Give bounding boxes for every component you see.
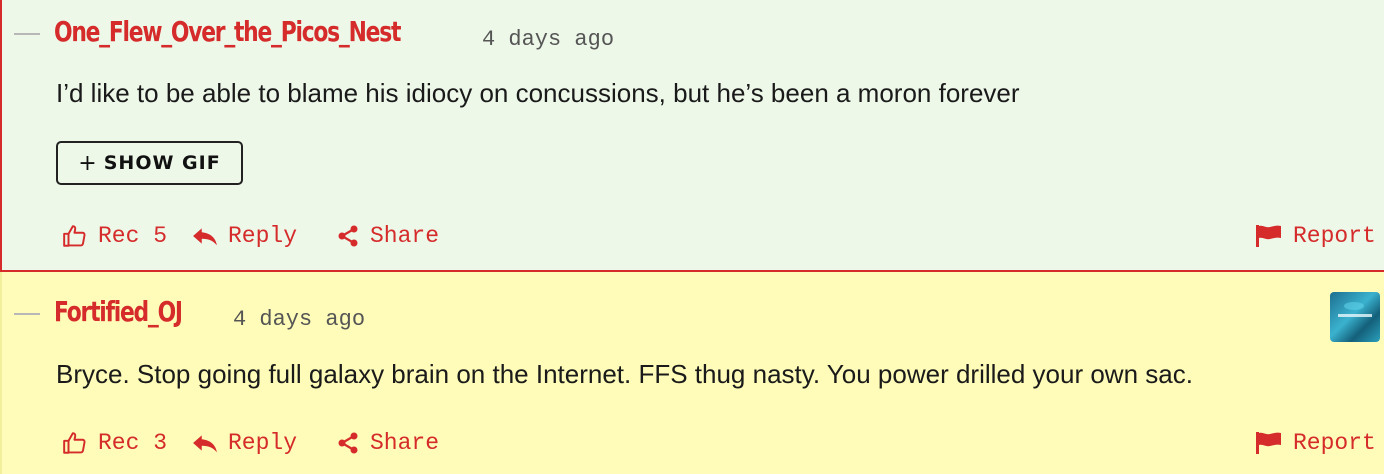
comment-1: One_Flew_Over_the_Picos_Nest 4 days ago … [0, 0, 1384, 272]
comment-body: Bryce. Stop going full galaxy brain on t… [56, 359, 1193, 389]
share-icon [338, 432, 358, 454]
show-gif-label: SHOW GIF [103, 152, 221, 174]
comment-actions: Rec 3 Reply Share Report [62, 430, 1384, 460]
flag-icon [1256, 225, 1281, 247]
rec-label: Rec 5 [98, 223, 168, 249]
share-button[interactable]: Share [336, 430, 439, 456]
reply-arrow-icon [193, 228, 217, 246]
flag-icon [1256, 432, 1281, 454]
user-avatar-image[interactable] [1330, 292, 1380, 342]
comment-timestamp[interactable]: 4 days ago [233, 307, 365, 332]
thumbs-up-icon [63, 225, 86, 247]
report-button[interactable]: Report [1255, 430, 1376, 456]
comment-author[interactable]: Fortified_OJ [54, 295, 183, 328]
show-gif-button[interactable]: + SHOW GIF [56, 141, 243, 185]
reply-button[interactable]: Reply [192, 430, 297, 456]
reply-label: Reply [228, 223, 298, 249]
rec-button[interactable]: Rec 5 [62, 223, 167, 249]
report-label: Report [1293, 223, 1376, 249]
reply-button[interactable]: Reply [192, 223, 297, 249]
share-label: Share [370, 223, 440, 249]
comment-actions: Rec 5 Reply Share Report [62, 223, 1384, 253]
report-button[interactable]: Report [1255, 223, 1376, 249]
comment-timestamp[interactable]: 4 days ago [482, 27, 614, 52]
comment-author[interactable]: One_Flew_Over_the_Picos_Nest [54, 15, 401, 48]
reply-label: Reply [228, 430, 298, 456]
collapse-dash-icon[interactable] [14, 33, 40, 35]
collapse-dash-icon[interactable] [14, 313, 40, 315]
rec-label: Rec 3 [98, 430, 168, 456]
comment-body: I’d like to be able to blame his idiocy … [56, 78, 1020, 108]
share-icon [338, 225, 358, 247]
report-label: Report [1293, 430, 1376, 456]
share-label: Share [370, 430, 440, 456]
rec-button[interactable]: Rec 3 [62, 430, 167, 456]
plus-icon: + [78, 150, 98, 176]
thumbs-up-icon [63, 432, 86, 454]
comment-2: Fortified_OJ 4 days ago Bryce. Stop goin… [0, 272, 1384, 474]
reply-arrow-icon [193, 435, 217, 453]
share-button[interactable]: Share [336, 223, 439, 249]
